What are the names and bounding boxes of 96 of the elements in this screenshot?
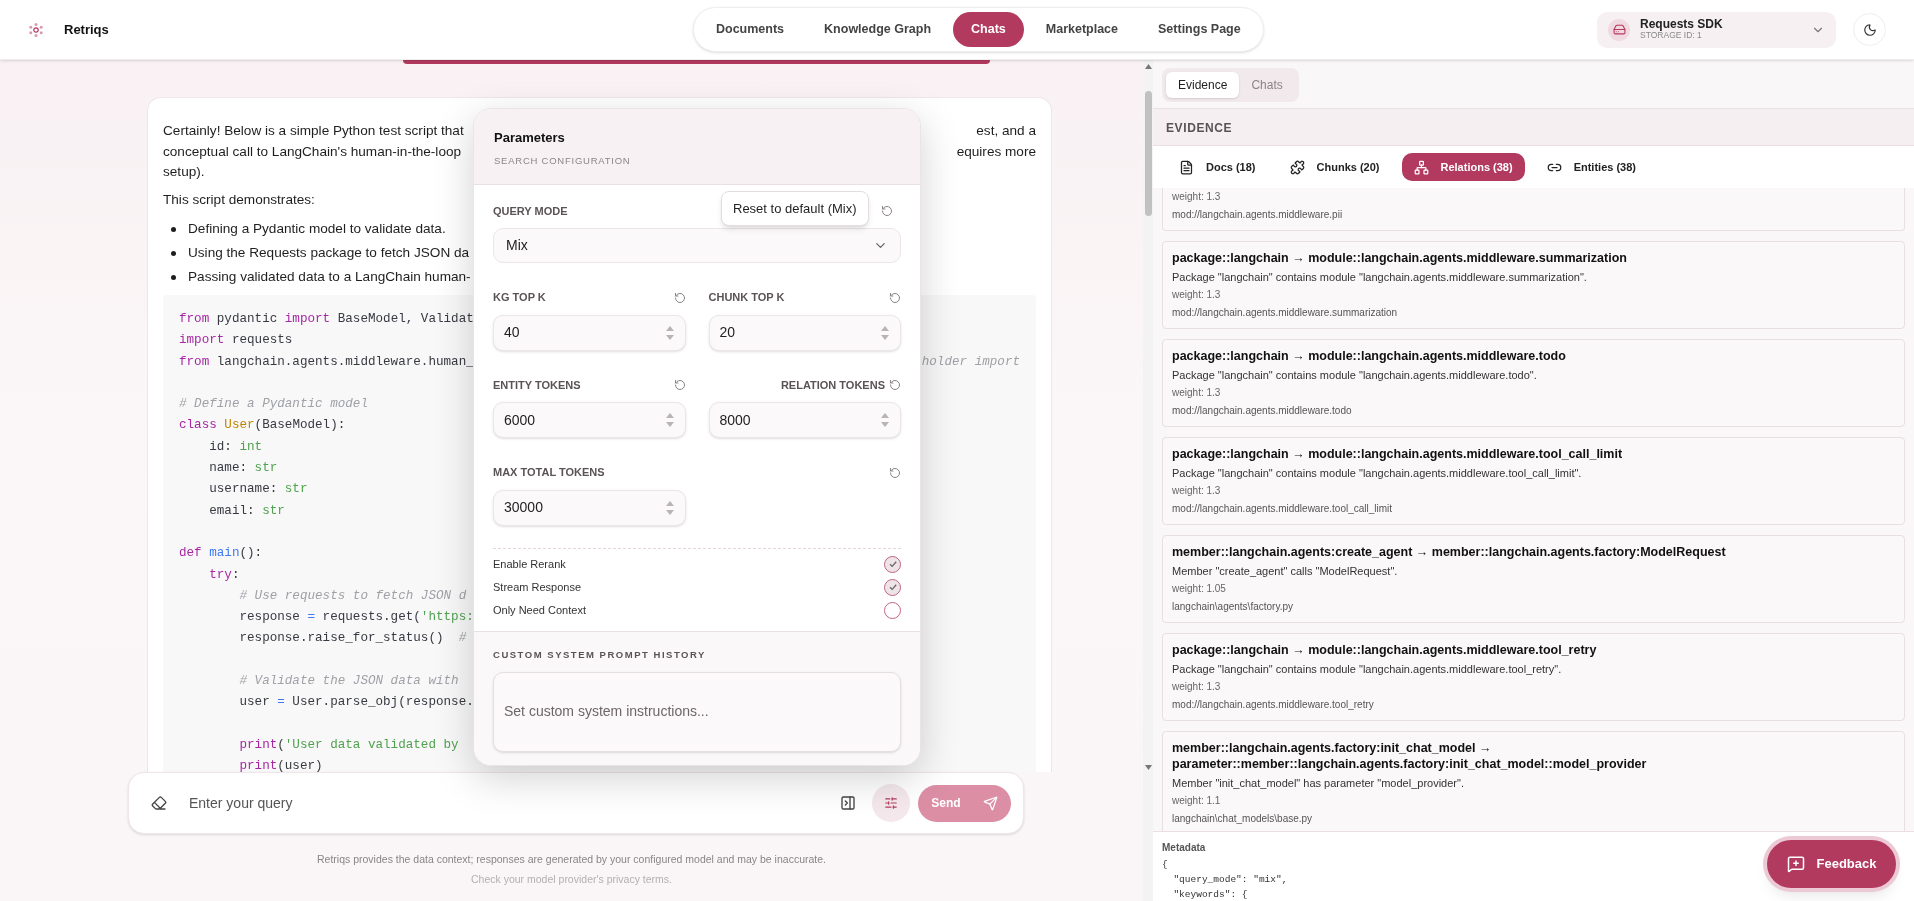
number-field[interactable]: 8000 xyxy=(708,402,901,439)
field-label: CHUNK TOP K xyxy=(708,290,785,306)
code-line: print('User data validated by xyxy=(238,736,459,754)
relation-source: langchain\chat_models\base.py xyxy=(1172,812,1314,826)
relation-weight: weight: 1.3 xyxy=(1172,288,1222,302)
code-line: username: str xyxy=(208,481,308,499)
relation-description: Member "create_agent" calls "ModelRequest". xyxy=(1172,564,1399,579)
code-line: # Use requests to fetch JSON d xyxy=(238,587,467,605)
disclaimer-text: Check your model provider's privacy terms. xyxy=(471,872,672,887)
code-line: try: xyxy=(208,566,240,584)
relation-weight: weight: 1.3 xyxy=(1172,680,1222,694)
category-tab[interactable]: Relations (38) xyxy=(1401,153,1525,181)
metadata-line: { xyxy=(1162,858,1168,872)
metadata-label: Metadata xyxy=(1162,841,1206,855)
code-line: id: int xyxy=(208,438,263,456)
code-line: from langchain.agents.middleware.human_ xyxy=(179,353,474,371)
relation-description: Package "langchain" contains module "langchain.agents.middleware.tool_retry". xyxy=(1172,662,1563,677)
nav-tab[interactable]: Settings Page xyxy=(1140,12,1259,47)
code-line: user = User.parse_obj(response. xyxy=(238,694,474,712)
panel-subtitle: SEARCH CONFIGURATION xyxy=(494,153,632,168)
storage-name: Requests SDK xyxy=(1640,18,1724,30)
category-tab[interactable]: Chunks (20) xyxy=(1277,153,1392,181)
relation-weight: weight: 1.1 xyxy=(1172,794,1222,808)
relation-description: Package "langchain" contains module "langchain.agents.middleware.summarization". xyxy=(1172,270,1588,285)
app-name: Retriqs xyxy=(64,20,109,39)
relation-source: langchain\agents\factory.py xyxy=(1172,600,1294,614)
section-label: CUSTOM SYSTEM PROMPT HISTORY xyxy=(493,647,707,662)
relation-description: Member "init_chat_model" has parameter "model_provider". xyxy=(1172,776,1465,791)
code-line: holder import xyxy=(921,353,1020,371)
message-text: This script demonstrates: xyxy=(163,190,315,209)
number-field[interactable]: 6000 xyxy=(493,402,686,439)
field-label: RELATION TOKENS xyxy=(780,377,885,393)
number-field[interactable]: 30000 xyxy=(493,489,686,526)
message-text: est, and a xyxy=(976,122,1036,140)
code-line: print(user) xyxy=(238,758,323,772)
tooltip: Reset to default (Mix) xyxy=(721,190,869,227)
list-item-text: Passing validated data to a LangChain human- xyxy=(188,268,471,286)
query-field[interactable]: Enter your query xyxy=(189,792,840,814)
relation-weight: weight: 1.3 xyxy=(1172,386,1222,400)
list-item-text: Defining a Pydantic model to validate data. xyxy=(188,220,446,238)
panel-title: Parameters xyxy=(494,129,566,147)
code-line: from pydantic import BaseModel, Validat xyxy=(179,311,474,328)
relation-title: package::langchain → module::langchain.agents.middleware.tool_retry xyxy=(1172,642,1598,658)
relation-title: package::langchain → module::langchain.agents.middleware.tool_call_limit xyxy=(1172,446,1624,462)
option-label: Stream Response xyxy=(493,580,582,595)
relation-title: package::langchain → module::langchain.agents.middleware.todo xyxy=(1172,348,1567,364)
message-text: setup). xyxy=(163,163,205,181)
code-line: # Define a Pydantic model xyxy=(179,396,368,414)
field-label: ENTITY TOKENS xyxy=(493,377,581,393)
nav-tab[interactable]: Chats xyxy=(953,12,1024,47)
panel-tab[interactable]: Evidence xyxy=(1166,72,1240,98)
relation-title: package::langchain → module::langchain.agents.middleware.summarization xyxy=(1172,250,1628,266)
code-line: response = requests.get('https: xyxy=(238,609,474,627)
relation-description: Package "langchain" contains module "langchain.agents.middleware.todo". xyxy=(1172,368,1538,383)
disclaimer-text: Retriqs provides the data context; responses are generated by your configured model and may be inaccurate. xyxy=(317,852,826,867)
metadata-line: "query_mode": "mix", xyxy=(1172,873,1288,887)
message-text: equires more xyxy=(956,142,1036,161)
relation-source: mod://langchain.agents.middleware.summarization xyxy=(1172,306,1399,320)
nav-tab[interactable]: Documents xyxy=(698,12,803,47)
code-line: name: str xyxy=(208,460,278,478)
relation-weight: weight: 1.3 xyxy=(1172,190,1222,204)
message-text: Certainly! Below is a simple Python test script that xyxy=(163,122,464,140)
code-line: response.raise_for_status() # xyxy=(238,630,467,648)
code-line: import requests xyxy=(179,332,293,350)
nav-tab[interactable]: Marketplace xyxy=(1027,12,1137,47)
relation-title: member::langchain.agents.factory:init_chat_model → parameter::member::langchain.agents.factory:init_chat_model::model_provider xyxy=(1172,740,1648,772)
code-line: email: str xyxy=(208,502,285,520)
storage-select[interactable]: Requests SDK STORAGE ID: 1 xyxy=(1597,11,1836,48)
relation-source: mod://langchain.agents.middleware.tool_retry xyxy=(1172,698,1375,712)
option-label: Only Need Context xyxy=(493,603,586,618)
metadata-line: "keywords": { xyxy=(1172,888,1248,901)
storage-id: STORAGE ID: 1 xyxy=(1640,29,1703,41)
query-mode-select[interactable]: Mix xyxy=(493,228,901,264)
code-line: class User(BaseModel): xyxy=(179,417,346,435)
field-label: KG TOP K xyxy=(493,290,546,306)
prompt-field[interactable]: Set custom system instructions... xyxy=(493,672,901,752)
code-line: # Validate the JSON data with xyxy=(238,673,459,691)
relation-description: Package "langchain" contains module "langchain.agents.middleware.tool_call_limit". xyxy=(1172,466,1583,481)
number-field[interactable]: 20 xyxy=(708,314,901,351)
message-text: conceptual call to LangChain's human-in-the-loop xyxy=(163,142,462,161)
field-label: QUERY MODE xyxy=(493,203,568,219)
relation-source: mod://langchain.agents.middleware.tool_call_limit xyxy=(1172,502,1394,516)
relation-title: member::langchain.agents:create_agent → member::langchain.agents.factory:ModelRequest xyxy=(1172,544,1727,560)
code-line: def main(): xyxy=(179,545,263,563)
relation-weight: weight: 1.05 xyxy=(1172,582,1227,596)
field-label: MAX TOTAL TOKENS xyxy=(493,465,605,481)
nav-tab[interactable]: Knowledge Graph xyxy=(806,12,950,47)
relation-weight: weight: 1.3 xyxy=(1172,484,1222,498)
category-tab[interactable]: Docs (18) xyxy=(1167,153,1268,181)
list-item-text: Using the Requests package to fetch JSON da xyxy=(188,244,470,262)
option-label: Enable Rerank xyxy=(493,557,566,572)
relation-source: mod://langchain.agents.middleware.pii xyxy=(1172,208,1344,222)
number-field[interactable]: 40 xyxy=(493,314,686,351)
category-tab[interactable]: Entities (38) xyxy=(1534,153,1648,181)
relation-source: mod://langchain.agents.middleware.todo xyxy=(1172,404,1353,418)
section-title: EVIDENCE xyxy=(1166,121,1233,135)
